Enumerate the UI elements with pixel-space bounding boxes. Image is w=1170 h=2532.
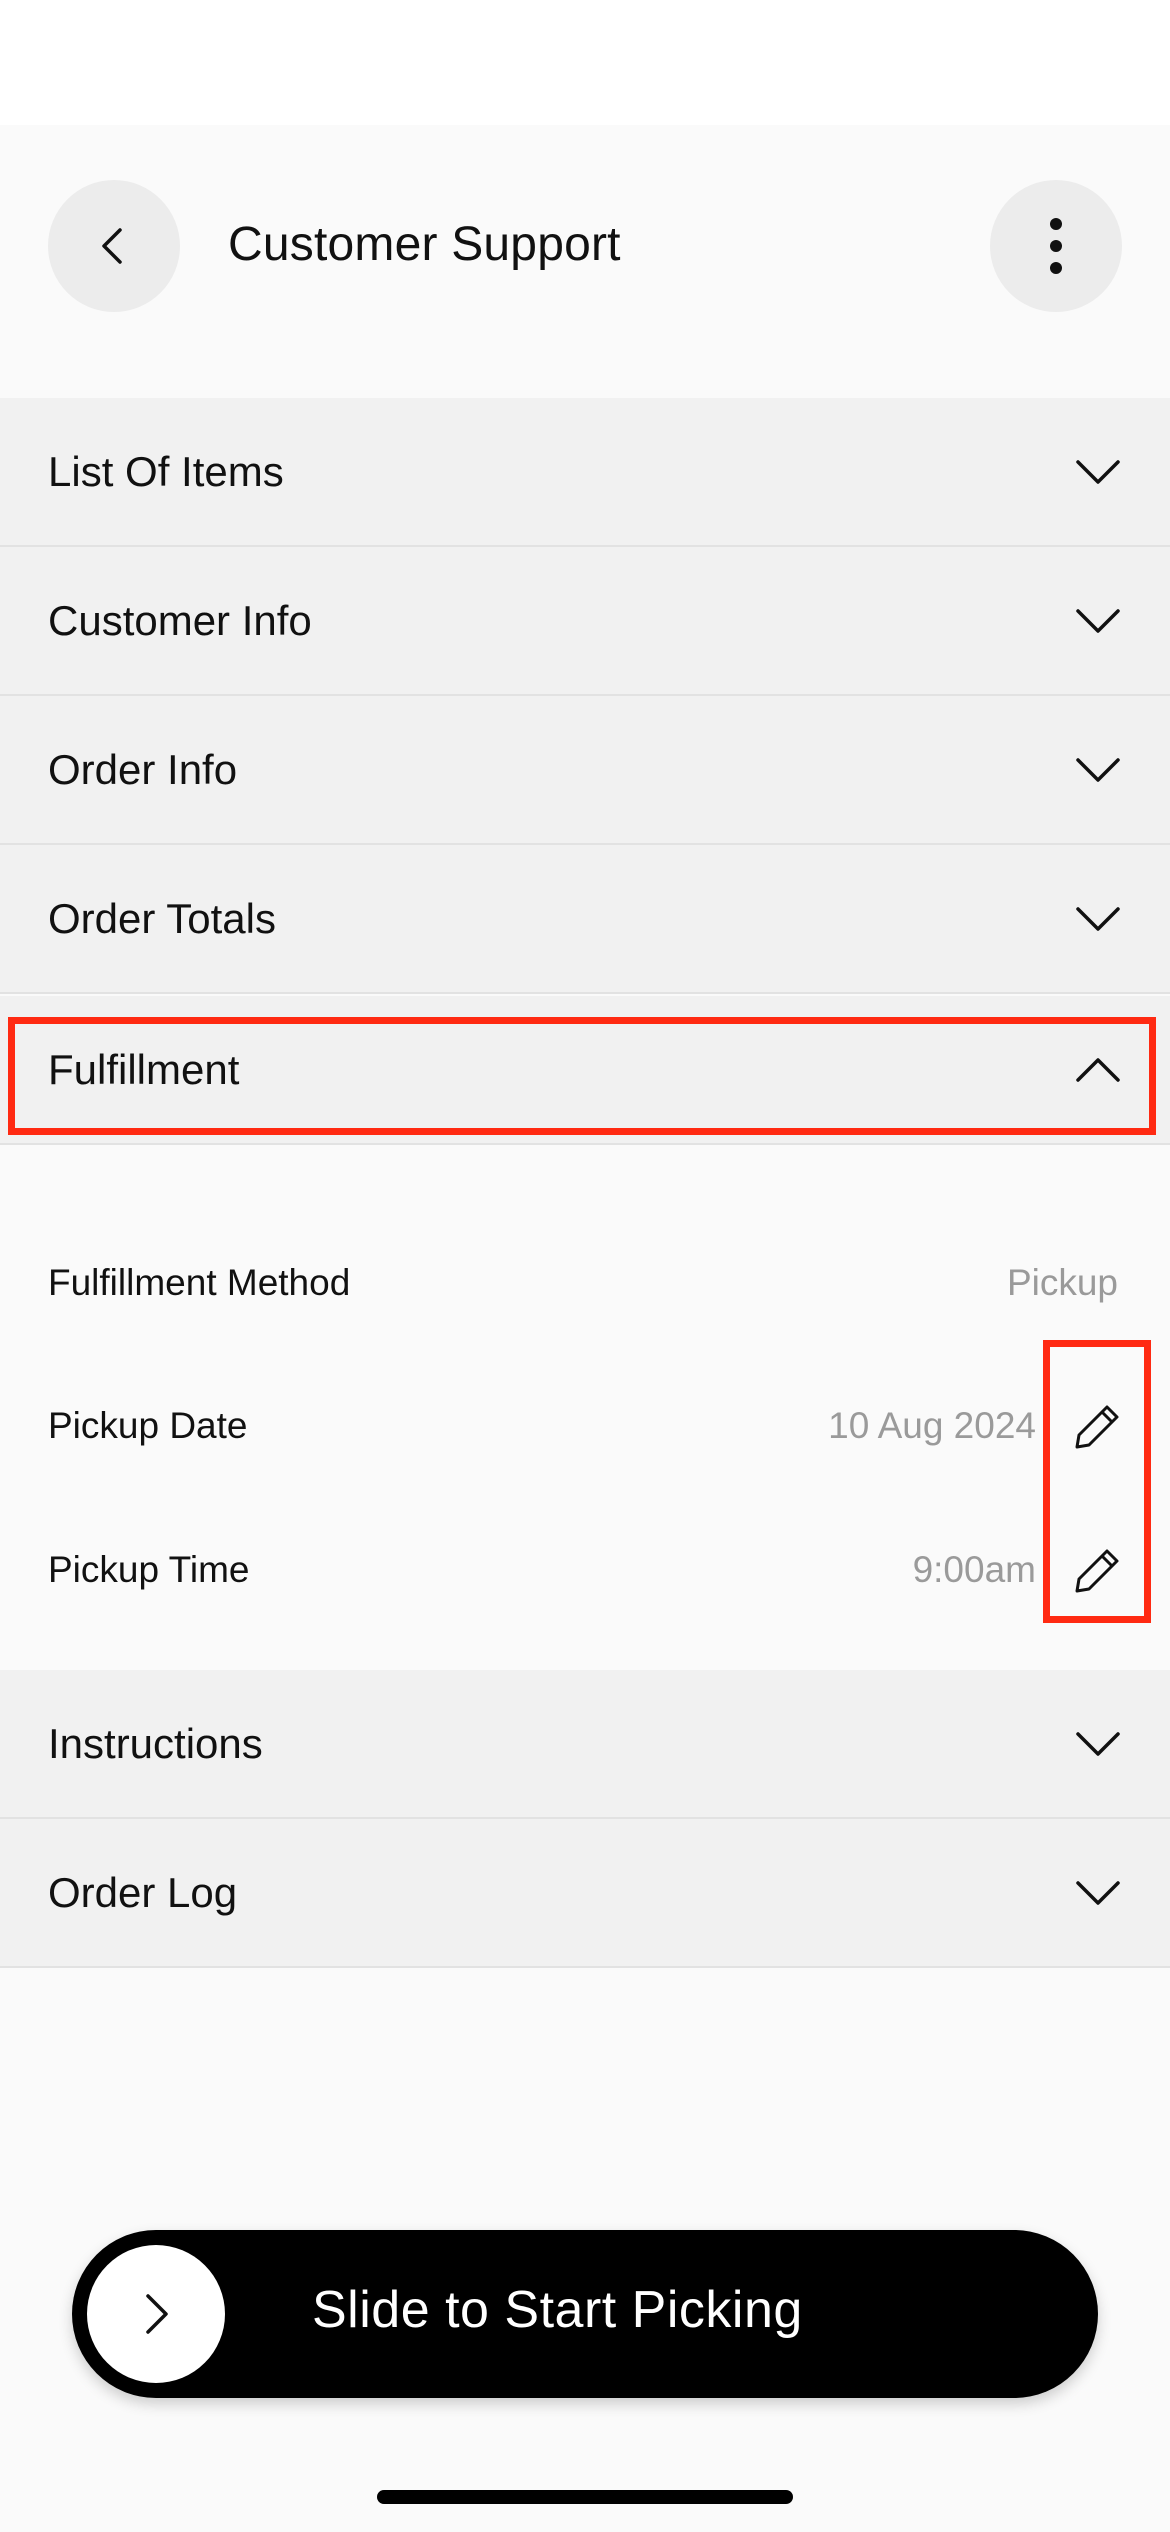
section-list-of-items[interactable]: List Of Items [0, 398, 1170, 547]
chevron-down-icon [1076, 459, 1120, 484]
section-label: Customer Info [48, 596, 312, 644]
pickup-time-label: Pickup Time [48, 1549, 250, 1590]
section-fulfillment[interactable]: Fulfillment [0, 996, 1170, 1145]
slider-label: Slide to Start Picking [312, 2281, 803, 2339]
back-button[interactable] [48, 180, 180, 312]
pencil-icon[interactable] [1073, 1401, 1123, 1451]
chevron-right-icon [146, 2294, 168, 2334]
section-label: Order Info [48, 745, 238, 793]
section-label: Order Totals [48, 894, 276, 942]
slide-to-start-picking[interactable]: Slide to Start Picking [72, 2230, 1098, 2398]
section-label: Instructions [48, 1719, 263, 1767]
slider-knob[interactable] [87, 2245, 225, 2383]
home-indicator [377, 2490, 793, 2504]
status-bar [0, 0, 1170, 125]
chevron-down-icon [1076, 757, 1120, 782]
chevron-down-icon [1076, 906, 1120, 931]
chevron-up-icon [1076, 1057, 1120, 1082]
chevron-down-icon [1076, 1880, 1120, 1905]
section-order-info[interactable]: Order Info [0, 696, 1170, 845]
pickup-time-value: 9:00am [912, 1549, 1036, 1590]
fulfillment-details: Fulfillment Method Pickup Pickup Date 10… [0, 1145, 1170, 1670]
pencil-icon[interactable] [1073, 1545, 1123, 1595]
section-instructions[interactable]: Instructions [0, 1670, 1170, 1819]
section-order-log[interactable]: Order Log [0, 1819, 1170, 1968]
section-customer-info[interactable]: Customer Info [0, 547, 1170, 696]
chevron-down-icon [1076, 1731, 1120, 1756]
section-order-totals[interactable]: Order Totals [0, 845, 1170, 994]
section-label: Fulfillment [48, 1045, 240, 1093]
more-options-button[interactable] [990, 180, 1122, 312]
section-label: Order Log [48, 1868, 238, 1916]
chevron-down-icon [1076, 608, 1120, 633]
pickup-date-label: Pickup Date [48, 1405, 248, 1446]
fulfillment-method-label: Fulfillment Method [48, 1262, 351, 1303]
header: Customer Support [0, 125, 1170, 398]
screen: Customer Support List Of Items Customer … [0, 0, 1170, 2532]
pickup-date-value: 10 Aug 2024 [828, 1405, 1036, 1446]
fulfillment-method-value: Pickup [1006, 1262, 1118, 1303]
page-title: Customer Support [228, 218, 621, 271]
chevron-left-icon [102, 228, 122, 264]
more-vertical-icon [1050, 218, 1062, 274]
section-label: List Of Items [48, 447, 284, 495]
